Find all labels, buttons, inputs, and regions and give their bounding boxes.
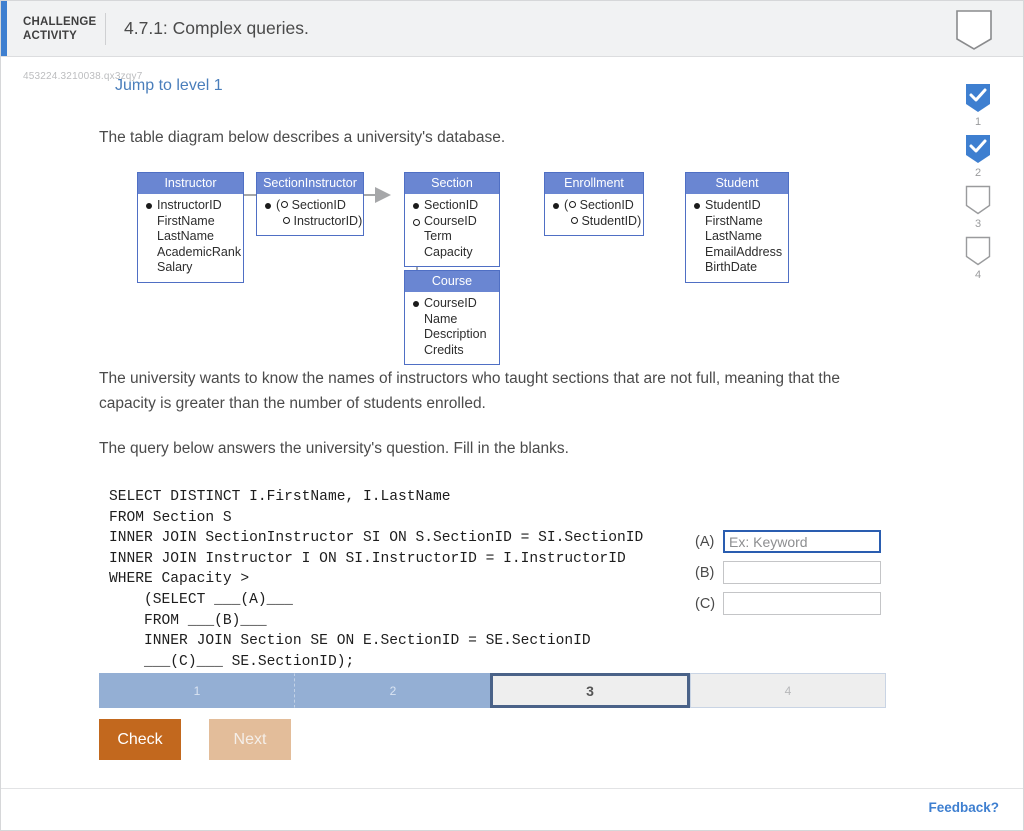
field: InstructorID — [145, 198, 236, 214]
table-course: Course CourseID Name Description Credits — [404, 270, 500, 365]
check-button[interactable]: Check — [99, 719, 181, 760]
page-title: 4.7.1: Complex queries. — [124, 18, 309, 38]
table-title: Enrollment — [545, 173, 643, 194]
table-section: Section SectionID CourseID Term Capacity — [404, 172, 500, 267]
sql-query-code: SELECT DISTINCT I.FirstName, I.LastName … — [109, 489, 644, 670]
check-pennant-icon — [966, 135, 990, 163]
activity-content: Jump to level 1 The table diagram below … — [1, 77, 941, 687]
table-title: Instructor — [138, 173, 243, 194]
check-pennant-icon — [966, 84, 990, 112]
fill-blanks-instruction: The query below answers the university's… — [99, 440, 569, 457]
table-fields: ( ( SectionIDSectionID InstructorID) — [257, 194, 363, 235]
step-4[interactable]: 4 — [690, 673, 886, 708]
field: Term — [424, 229, 452, 243]
answer-input-c[interactable] — [723, 592, 881, 615]
field: FirstName — [157, 213, 215, 228]
field: StudentID — [693, 198, 781, 214]
level-progress-rail: 1 2 3 4 — [949, 83, 1007, 287]
rail-item-number: 1 — [974, 116, 982, 128]
table-enrollment: Enrollment ( SectionID StudentID) — [544, 172, 644, 236]
field: Credits — [424, 342, 464, 357]
table-title: SectionInstructor — [257, 173, 363, 194]
answer-row-c: (C) — [695, 592, 881, 615]
rail-item[interactable]: 1 — [965, 83, 991, 128]
field: LastName — [157, 229, 214, 243]
header-divider — [105, 12, 106, 45]
rail-item-number: 2 — [974, 167, 982, 179]
table-sectioninstructor: SectionInstructor ( ( SectionIDSectionID… — [256, 172, 364, 236]
header-accent-bar — [1, 1, 7, 56]
challenge-activity-badge: CHALLENGE ACTIVITY — [23, 15, 101, 43]
answer-label-b: (B) — [695, 564, 715, 581]
field: Name — [424, 311, 458, 326]
table-student: Student StudentID FirstName LastName Ema… — [685, 172, 789, 283]
field: Salary — [157, 260, 193, 274]
table-fields: ( SectionID StudentID) — [545, 194, 643, 235]
field: LastName — [705, 229, 762, 243]
field: CourseID — [412, 214, 492, 230]
field: Description — [424, 327, 487, 341]
page-footer: Feedback? — [1, 788, 1023, 830]
empty-pennant-icon — [965, 185, 991, 215]
empty-pennant-icon — [965, 236, 991, 266]
answer-label-c: (C) — [695, 595, 716, 612]
next-button[interactable]: Next — [209, 719, 291, 760]
rail-item[interactable]: 2 — [965, 134, 991, 179]
action-buttons: Check Next — [99, 719, 291, 760]
table-fields: SectionID CourseID Term Capacity — [405, 194, 499, 266]
field: SectionID — [412, 198, 492, 214]
field: EmailAddress — [705, 244, 783, 259]
step-1[interactable]: 1 — [99, 673, 295, 708]
er-diagram: Instructor InstructorID FirstName LastNa… — [99, 160, 899, 365]
table-fields: InstructorID FirstName LastName Academic… — [138, 194, 243, 282]
field: AcademicRank — [157, 244, 242, 259]
intro-paragraph: The table diagram below describes a univ… — [99, 129, 506, 146]
progress-step-bar: 1 2 3 4 — [99, 673, 886, 708]
rail-item-number: 3 — [974, 218, 982, 230]
pennant-outline-icon — [955, 9, 993, 56]
answer-fields: (A) (B) (C) — [695, 530, 881, 623]
table-title: Student — [686, 173, 788, 194]
badge-line-1: CHALLENGE — [23, 15, 97, 28]
step-3[interactable]: 3 — [490, 673, 690, 708]
field: ( ( SectionIDSectionID — [264, 198, 356, 214]
field: CourseID — [412, 296, 492, 312]
table-title: Course — [405, 271, 499, 292]
rail-item[interactable]: 4 — [965, 236, 991, 281]
table-title: Section — [405, 173, 499, 194]
answer-row-b: (B) — [695, 561, 881, 584]
activity-header: CHALLENGE ACTIVITY 4.7.1: Complex querie… — [1, 1, 1023, 57]
challenge-activity-page: CHALLENGE ACTIVITY 4.7.1: Complex querie… — [0, 0, 1024, 831]
table-fields: StudentID FirstName LastName EmailAddres… — [686, 194, 788, 282]
field: FirstName — [705, 213, 763, 228]
field: StudentID) — [552, 214, 641, 230]
feedback-link[interactable]: Feedback? — [928, 800, 999, 815]
jump-to-level-link[interactable]: Jump to level 1 — [115, 77, 941, 95]
badge-line-2: ACTIVITY — [23, 29, 77, 42]
query-and-answers: SELECT DISTINCT I.FirstName, I.LastName … — [1, 487, 941, 687]
field: ( SectionID — [552, 198, 636, 214]
step-2[interactable]: 2 — [295, 673, 490, 708]
answer-row-a: (A) — [695, 530, 881, 553]
answer-input-a[interactable] — [723, 530, 881, 553]
answer-input-b[interactable] — [723, 561, 881, 584]
field: InstructorID) — [264, 214, 362, 230]
field: BirthDate — [705, 260, 758, 274]
answer-label-a: (A) — [695, 533, 715, 550]
field: Capacity — [424, 244, 473, 259]
rail-item-number: 4 — [974, 269, 982, 281]
table-fields: CourseID Name Description Credits — [405, 292, 499, 364]
table-instructor: Instructor InstructorID FirstName LastNa… — [137, 172, 244, 283]
question-paragraph: The university wants to know the names o… — [99, 370, 840, 412]
rail-item[interactable]: 3 — [965, 185, 991, 230]
